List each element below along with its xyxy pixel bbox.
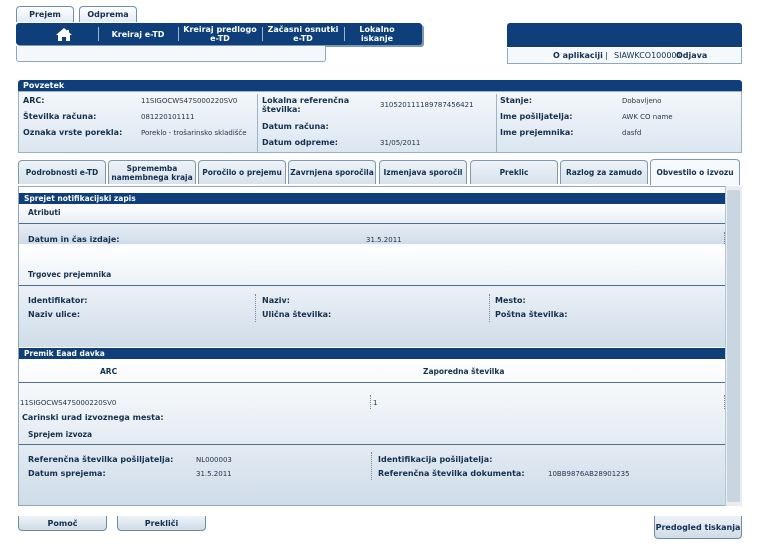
column-divider: [496, 94, 497, 152]
issue-datetime-label: Datum in čas izdaje:: [28, 235, 120, 244]
attributes-section: Atributi Datum in čas izdaje: 31.5.2011: [19, 204, 725, 244]
identifier-label: Identifikator:: [28, 296, 88, 305]
origin-type-label: Oznaka vrste porekla:: [23, 128, 123, 137]
consignor-value: AWK CO name: [622, 113, 673, 121]
arc-value: 11SIGOCWS47S000220SV0: [141, 97, 238, 105]
divider: [19, 382, 725, 383]
tab-razlog-zamudo[interactable]: Razlog za zamudo: [560, 160, 648, 184]
acceptance-date-value: 31.5.2011: [196, 470, 232, 478]
tab-prejem[interactable]: Prejem: [16, 6, 74, 22]
nav-zacasni-osnutki[interactable]: Začasni osnutki e-TD: [264, 23, 342, 45]
user-menu: O aplikaciji | SIAWKCO100001 Odjava: [507, 48, 742, 64]
nav-lokalno-iskanje[interactable]: Lokalno iskanje: [346, 23, 408, 45]
export-acceptance-label: Sprejem izvoza: [28, 430, 93, 439]
invoice-number-value: 081220101111: [141, 113, 195, 121]
consignor-ref-label: Referenčna številka pošiljatelja:: [28, 455, 174, 464]
nav-kreiraj-predlogo[interactable]: Kreiraj predlogo e-TD: [180, 23, 260, 45]
street-number-label: Ulična številka:: [262, 310, 332, 319]
tab-zavrnjena-sporocila[interactable]: Zavrnjena sporočila: [288, 160, 376, 184]
tab-obvestilo-izvozu[interactable]: Obvestilo o izvozu: [650, 159, 740, 185]
local-ref-value: 310520111189787456421: [380, 101, 474, 109]
dotted-divider: [370, 395, 371, 409]
local-ref-label: Lokalna referenčna številka:: [262, 96, 350, 114]
tab-porocilo-prejemu[interactable]: Poročilo o prejemu: [198, 160, 286, 184]
origin-type-value: Poreklo - trošarinsko skladišče: [141, 129, 247, 137]
logout-link[interactable]: Odjava: [676, 48, 707, 63]
dispatch-date-label: Datum odpreme:: [262, 138, 338, 147]
nav-separator: [262, 27, 263, 41]
state-label: Stanje:: [500, 96, 533, 105]
nav-separator: [344, 27, 345, 41]
section-sprejet-header: Sprejet notifikacijski zapis: [19, 193, 725, 204]
arc-label: ARC:: [23, 96, 45, 105]
dispatch-date-value: 31/05/2011: [380, 139, 421, 147]
consignor-id-label: Identifikacija pošiljatelja:: [378, 455, 493, 464]
state-value: Dobavljeno: [622, 97, 662, 105]
tab-izmenjava-sporocil[interactable]: Izmenjava sporočil: [379, 160, 467, 184]
section-premik-header: Premik Eaad davka: [19, 348, 725, 359]
nav-kreiraj-etd[interactable]: Kreiraj e-TD: [100, 23, 176, 45]
consignee-value: dasfd: [622, 129, 642, 137]
content-panel: Sprejet notifikacijski zapis Atributi Da…: [18, 186, 742, 506]
doc-ref-label: Referenčna številka dokumenta:: [378, 469, 525, 478]
col-seq-header: Zaporedna številka: [423, 367, 505, 376]
nav-separator: [98, 27, 99, 41]
trader-label: Trgovec prejemnika: [28, 270, 112, 279]
col-arc-header: ARC: [100, 367, 118, 376]
dotted-divider: [489, 294, 490, 322]
user-id: SIAWKCO100001: [614, 51, 682, 60]
divider: [19, 444, 725, 445]
tab-odprema[interactable]: Odprema: [79, 6, 137, 22]
consignee-label: Ime prejemnika:: [500, 128, 574, 137]
doc-ref-value: 10BB9876AB28901235: [548, 470, 630, 478]
summary-header: Povzetek: [18, 80, 742, 91]
divider: [19, 223, 725, 224]
name-label: Naziv:: [262, 296, 290, 305]
customs-office-label: Carinski urad izvoznega mesta:: [22, 413, 164, 422]
home-button[interactable]: [42, 26, 86, 43]
menu-separator: |: [605, 51, 608, 60]
scrollbar-thumb[interactable]: [727, 190, 740, 502]
consignor-ref-value: NL000003: [196, 456, 232, 464]
dotted-divider: [255, 294, 256, 322]
nav-separator: [178, 27, 179, 41]
postal-code-label: Poštna številka:: [495, 310, 568, 319]
cancel-button[interactable]: Prekliči: [117, 516, 206, 531]
dotted-divider: [371, 452, 372, 480]
consignor-label: Ime pošiljatelja:: [500, 112, 573, 121]
acceptance-date-label: Datum sprejema:: [28, 469, 106, 478]
tab-podrobnosti[interactable]: Podrobnosti e-TD: [18, 160, 106, 184]
movement-section: ARC Zaporedna številka 11SIGOCWS47S00022…: [19, 359, 725, 505]
attributes-label: Atributi: [28, 208, 61, 217]
row-seq-value: 1: [373, 399, 378, 407]
right-header-bar: [507, 23, 742, 47]
column-divider: [257, 94, 258, 152]
main-nav-bar: Kreiraj e-TD Kreiraj predlogo e-TD Začas…: [16, 23, 422, 45]
home-icon: [56, 28, 72, 41]
tab-sprememba-kraja[interactable]: Sprememba namembnega kraja: [108, 160, 196, 184]
nav-sub-bar: [16, 46, 326, 62]
print-preview-button[interactable]: Predogled tiskanja: [654, 516, 742, 539]
row-arc-value: 11SIGOCWS47S000220SV0: [20, 399, 117, 407]
about-link[interactable]: O aplikaciji: [553, 48, 603, 63]
city-label: Mesto:: [495, 296, 526, 305]
street-name-label: Naziv ulice:: [28, 310, 81, 319]
trader-section: Trgovec prejemnika Identifikator: Naziv:…: [19, 244, 725, 347]
summary-panel: ARC: 11SIGOCWS47S000220SV0 Številka raču…: [18, 91, 742, 153]
tab-preklic[interactable]: Preklic: [470, 160, 558, 184]
invoice-date-label: Datum računa:: [262, 122, 329, 131]
divider: [19, 285, 725, 286]
invoice-number-label: Številka računa:: [23, 112, 97, 121]
issue-datetime-value: 31.5.2011: [366, 236, 402, 244]
help-button[interactable]: Pomoč: [18, 516, 107, 531]
